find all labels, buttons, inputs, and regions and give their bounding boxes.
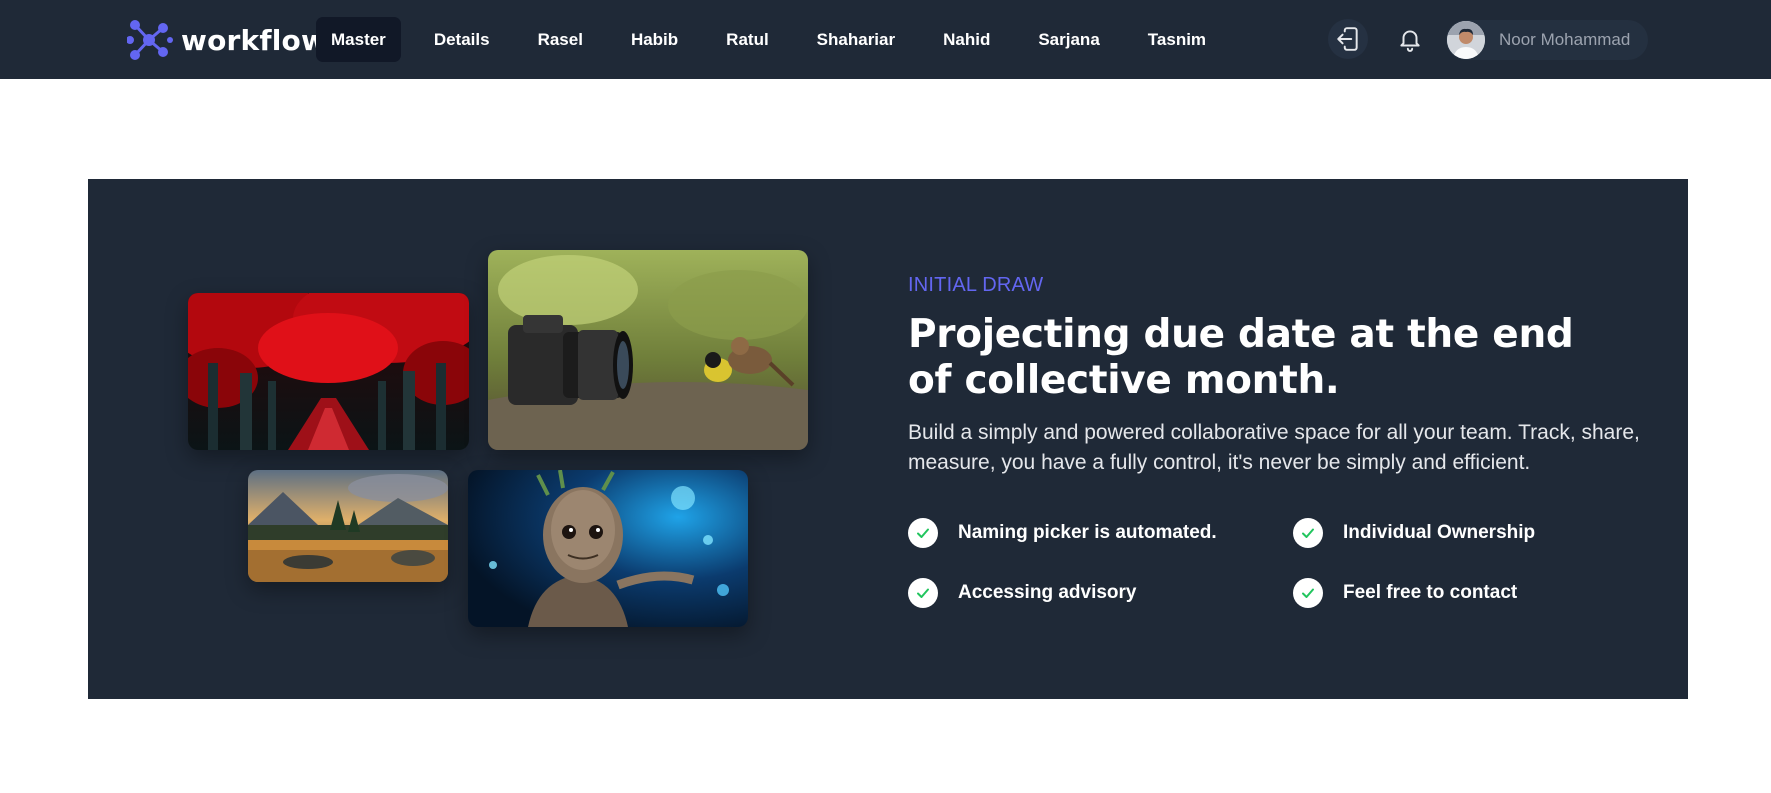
feature-item: Feel free to contact	[1293, 578, 1517, 608]
check-circle-icon	[1293, 578, 1323, 608]
nav-link-habib[interactable]: Habib	[616, 17, 693, 62]
feature-label: Naming picker is automated.	[958, 522, 1217, 543]
nav-link-ratul[interactable]: Ratul	[711, 17, 784, 62]
check-circle-icon	[908, 578, 938, 608]
mountain-lake-image	[248, 470, 448, 582]
brand-name: workflow	[181, 23, 328, 57]
check-circle-icon	[908, 518, 938, 548]
check-circle-icon	[1293, 518, 1323, 548]
feature-label: Feel free to contact	[1343, 582, 1518, 603]
avatar	[1447, 21, 1485, 59]
logout-icon	[1337, 27, 1358, 51]
brand[interactable]: workflow	[127, 18, 327, 62]
feature-label: Individual Ownership	[1343, 522, 1536, 543]
feature-item: Individual Ownership	[1293, 518, 1535, 548]
top-navbar: workflow Master Details Rasel Habib Ratu…	[0, 0, 1771, 79]
groot-image	[468, 470, 748, 627]
nav-link-shahariar[interactable]: Shahariar	[802, 17, 910, 62]
feature-label: Accessing advisory	[958, 582, 1137, 603]
user-profile-button[interactable]: Noor Mohammad	[1446, 20, 1648, 60]
main-nav: Master Details Rasel Habib Ratul Shahari…	[316, 17, 1239, 62]
feature-item: Accessing advisory	[908, 578, 1136, 608]
bell-icon	[1400, 30, 1420, 52]
hero-section: INITIAL DRAW Projecting due date at the …	[88, 179, 1688, 699]
hero-eyebrow: INITIAL DRAW	[908, 274, 1044, 296]
nav-link-tasnim[interactable]: Tasnim	[1133, 17, 1221, 62]
nav-link-details[interactable]: Details	[419, 17, 505, 62]
nav-link-rasel[interactable]: Rasel	[523, 17, 598, 62]
feature-item: Naming picker is automated.	[908, 518, 1217, 548]
nav-link-master[interactable]: Master	[316, 17, 401, 62]
notifications-button[interactable]	[1390, 19, 1430, 59]
logout-button[interactable]	[1328, 19, 1368, 59]
nav-link-sarjana[interactable]: Sarjana	[1023, 17, 1114, 62]
workflow-logo-icon	[127, 20, 173, 60]
nav-link-nahid[interactable]: Nahid	[928, 17, 1005, 62]
hero-description: Build a simply and powered collaborative…	[908, 421, 1640, 474]
camera-birds-image	[488, 250, 808, 450]
user-name: Noor Mohammad	[1499, 30, 1631, 49]
hero-headline: Projecting due date at the end of collec…	[908, 312, 1574, 403]
red-forest-image	[188, 293, 469, 450]
